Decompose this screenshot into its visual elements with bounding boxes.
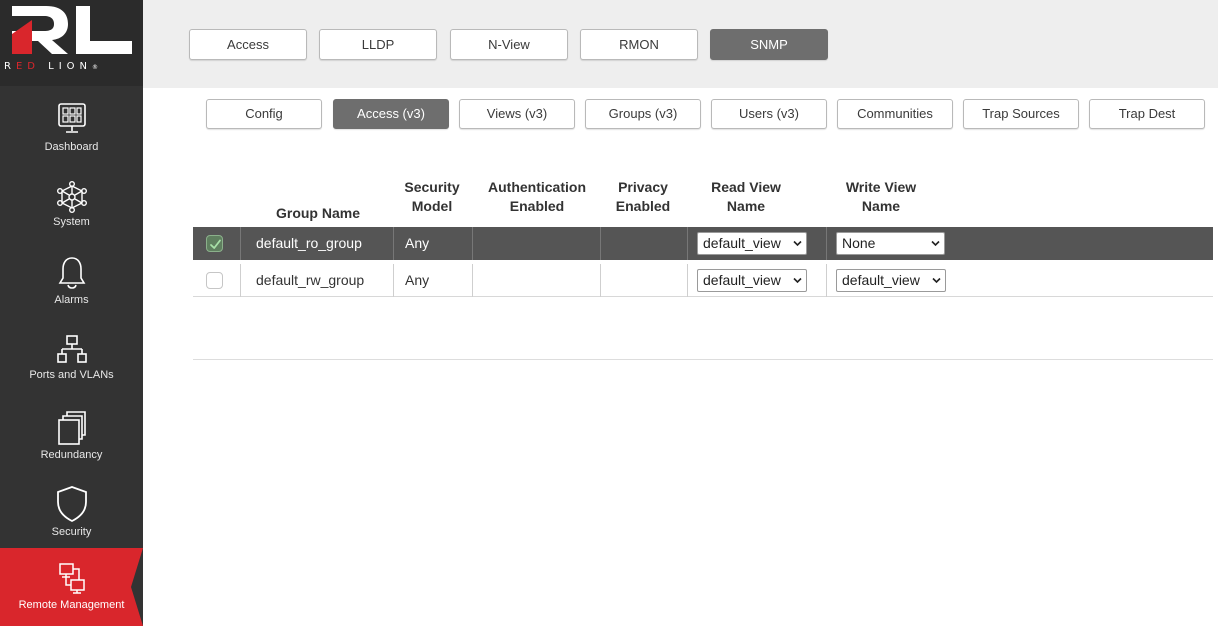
- read-view-value: default_view: [703, 235, 781, 251]
- brand-logo[interactable]: RED LION®: [0, 0, 143, 86]
- chevron-down-icon: [932, 277, 941, 284]
- network-nodes-icon: [56, 181, 87, 213]
- cell-security-model: Any: [405, 235, 430, 251]
- brand-trademark: ®: [92, 64, 99, 71]
- row-checkbox[interactable]: [206, 235, 223, 252]
- sidebar-item-alarms[interactable]: Alarms: [0, 255, 143, 306]
- cell-divider: [687, 227, 688, 260]
- bell-icon: [58, 257, 85, 289]
- header-privacy-enabled: Privacy Enabled: [603, 178, 683, 216]
- cell-divider: [472, 227, 473, 260]
- sidebar-item-label: Dashboard: [44, 141, 99, 153]
- chevron-down-icon: [931, 240, 940, 247]
- subtab-groups-v3[interactable]: Groups (v3): [585, 99, 701, 129]
- header-privacy-line1: Privacy: [618, 179, 668, 195]
- subtab-communities[interactable]: Communities: [837, 99, 953, 129]
- subtab-trap-sources[interactable]: Trap Sources: [963, 99, 1079, 129]
- content-panel: [167, 88, 1218, 626]
- brand-name: RED LION®: [4, 61, 139, 72]
- cell-divider: [472, 264, 473, 297]
- read-view-select[interactable]: default_view: [697, 232, 807, 255]
- cell-group-name: default_rw_group: [256, 272, 365, 288]
- header-privacy-line2: Enabled: [615, 198, 671, 214]
- cell-security-model: Any: [405, 272, 430, 288]
- cell-divider: [826, 227, 827, 260]
- tab-snmp[interactable]: SNMP: [710, 29, 828, 60]
- header-write-view-line1: Write View: [845, 179, 917, 195]
- sidebar-item-label: Alarms: [54, 294, 89, 306]
- cell-divider: [393, 227, 394, 260]
- stacked-windows-icon: [57, 411, 86, 445]
- divider: [193, 359, 1213, 360]
- app-root: Access LLDP N-View RMON SNMP Config Acce…: [0, 0, 1218, 626]
- read-view-value: default_view: [703, 272, 781, 288]
- cell-group-name: default_ro_group: [256, 235, 362, 251]
- dashboard-icon: [57, 103, 86, 133]
- cell-divider: [600, 227, 601, 260]
- sidebar-item-remote-management-content: Remote Management: [0, 562, 143, 611]
- cell-divider: [393, 264, 394, 297]
- header-write-view-line2: Name: [861, 198, 901, 214]
- read-view-select[interactable]: default_view: [697, 269, 807, 292]
- header-authentication-line2: Enabled: [509, 198, 565, 214]
- sidebar-item-ports-and-vlans[interactable]: Ports and VLANs: [0, 334, 143, 381]
- tab-lldp[interactable]: LLDP: [319, 29, 437, 60]
- subtab-trap-dest[interactable]: Trap Dest: [1089, 99, 1205, 129]
- cell-divider: [687, 264, 688, 297]
- chevron-down-icon: [793, 277, 802, 284]
- write-view-value: default_view: [842, 272, 920, 288]
- tab-n-view[interactable]: N-View: [450, 29, 568, 60]
- cell-divider: [240, 264, 241, 297]
- sidebar: RED LION® Dashboard System Alarms Ports …: [0, 0, 143, 626]
- write-view-select[interactable]: default_view: [836, 269, 946, 292]
- rl-logo-icon: [12, 6, 132, 54]
- remote-management-icon: [58, 563, 85, 594]
- cell-divider: [240, 227, 241, 260]
- row-checkbox[interactable]: [206, 272, 223, 289]
- check-icon: [210, 239, 221, 249]
- header-security-model-line2: Model: [411, 198, 453, 214]
- sidebar-item-remote-management[interactable]: Remote Management: [0, 548, 143, 626]
- shield-icon: [56, 486, 87, 523]
- tab-rmon[interactable]: RMON: [580, 29, 698, 60]
- brand-name-prefix: R: [4, 61, 16, 72]
- write-view-select[interactable]: None: [836, 232, 945, 255]
- sidebar-item-label: Security: [51, 526, 92, 538]
- header-authentication-line1: Authentication: [488, 179, 586, 195]
- cell-divider: [826, 264, 827, 297]
- sidebar-item-label: System: [53, 216, 90, 228]
- header-write-view-name: Write View Name: [820, 178, 942, 216]
- header-read-view-line1: Read View: [711, 179, 781, 195]
- write-view-value: None: [842, 235, 876, 251]
- header-read-view-name: Read View Name: [686, 178, 806, 216]
- subtab-views-v3[interactable]: Views (v3): [459, 99, 575, 129]
- header-security-model-line1: Security: [404, 179, 460, 195]
- subtab-users-v3[interactable]: Users (v3): [711, 99, 827, 129]
- header-security-model: Security Model: [393, 178, 471, 216]
- subtab-config[interactable]: Config: [206, 99, 322, 129]
- ports-icon: [56, 335, 87, 363]
- sidebar-item-label: Remote Management: [18, 599, 125, 611]
- table-row[interactable]: default_rw_group Any default_view defaul…: [193, 264, 1213, 297]
- tab-access[interactable]: Access: [189, 29, 307, 60]
- sidebar-item-label: Ports and VLANs: [29, 369, 114, 381]
- sidebar-item-label: Redundancy: [40, 449, 103, 461]
- table-row[interactable]: default_ro_group Any default_view None: [193, 227, 1213, 260]
- header-read-view-line2: Name: [726, 198, 766, 214]
- cell-divider: [600, 264, 601, 297]
- subtab-access-v3[interactable]: Access (v3): [333, 99, 449, 129]
- header-authentication-enabled: Authentication Enabled: [474, 178, 600, 216]
- sidebar-item-security[interactable]: Security: [0, 485, 143, 538]
- chevron-down-icon: [793, 240, 802, 247]
- brand-name-red: ED: [15, 61, 49, 72]
- brand-name-suffix: LION: [48, 61, 93, 72]
- sidebar-item-dashboard[interactable]: Dashboard: [0, 102, 143, 153]
- header-group-name: Group Name: [275, 205, 360, 221]
- sidebar-item-redundancy[interactable]: Redundancy: [0, 408, 143, 461]
- sidebar-item-system[interactable]: System: [0, 181, 143, 228]
